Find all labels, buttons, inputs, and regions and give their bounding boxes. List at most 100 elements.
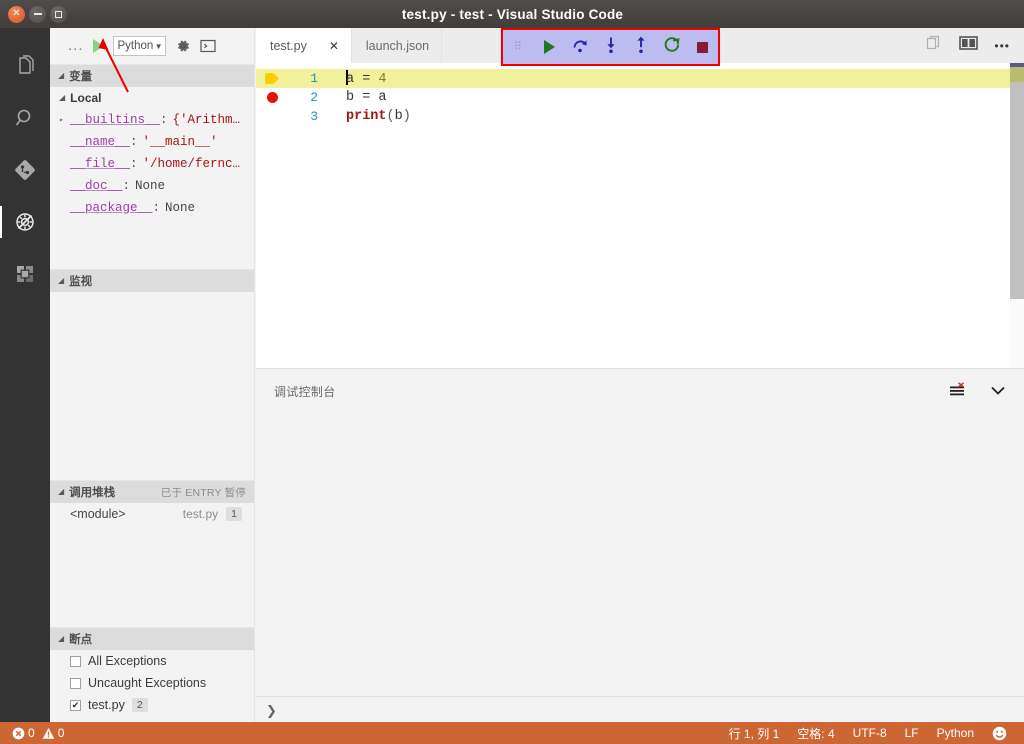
scrollbar-thumb[interactable] — [1010, 63, 1024, 299]
call-stack-body: <module> test.py 1 — [50, 503, 254, 627]
breakpoint-label: test.py — [88, 698, 125, 712]
debug-console-input[interactable]: ❯ — [256, 696, 1024, 724]
chevron-down-icon[interactable] — [990, 383, 1006, 401]
stack-frame-line: 1 — [226, 507, 242, 521]
status-indentation[interactable]: 空格: 4 — [788, 722, 843, 744]
window-close-button[interactable]: ✕ — [8, 5, 25, 23]
variable-row[interactable]: __name__ : '__main__' — [50, 131, 254, 153]
editor-tab-actions: ••• — [925, 28, 1024, 63]
twisty-icon: ◢ — [58, 633, 65, 643]
watch-section-header[interactable]: ◢ 监视 — [50, 270, 254, 292]
step-over-icon — [570, 36, 590, 59]
line-number: 3 — [310, 109, 318, 124]
debug-continue-button[interactable] — [534, 40, 565, 54]
tab-launch-json[interactable]: launch.json — [351, 28, 443, 63]
debug-stop-button[interactable] — [687, 41, 718, 53]
breakpoint-row-all-exceptions[interactable]: All Exceptions — [50, 650, 254, 672]
twisty-icon[interactable]: ▸ — [59, 115, 70, 125]
debug-step-into-button[interactable] — [595, 36, 626, 59]
breakpoint-row-uncaught-exceptions[interactable]: Uncaught Exceptions — [50, 672, 254, 694]
editor-group: test.py ✕ launch.json ••• 1 a = 4 2 b = … — [256, 28, 1024, 368]
open-debug-console-icon[interactable] — [199, 39, 216, 53]
debug-console-output[interactable] — [256, 414, 1024, 696]
line-number: 1 — [310, 71, 318, 86]
panel-title-debug-console[interactable]: 调试控制台 — [274, 383, 336, 400]
smiley-icon[interactable] — [983, 722, 1016, 744]
variable-name: __package__ — [70, 201, 153, 215]
checkbox-checked[interactable]: ✔ — [70, 699, 81, 711]
breakpoints-section-header[interactable]: ◢ 断点 — [50, 628, 254, 650]
breakpoint-row-file[interactable]: ✔ test.py 2 — [50, 694, 254, 716]
stop-icon — [697, 41, 709, 53]
watch-body[interactable] — [50, 292, 254, 480]
extensions-icon — [13, 262, 37, 286]
breakpoints-title: 断点 — [69, 634, 93, 646]
breakpoint-label: All Exceptions — [88, 654, 167, 668]
debug-toolbar: ⠿ — [503, 30, 718, 64]
variable-colon: : — [152, 201, 161, 215]
code-text: a = 4 — [346, 70, 387, 87]
variables-scope-local[interactable]: ◢ Local — [50, 87, 254, 109]
step-into-icon — [603, 36, 619, 59]
breakpoint-icon[interactable] — [256, 92, 288, 103]
search-icon — [13, 106, 37, 130]
debug-configuration-select[interactable]: Python ▼ — [112, 36, 166, 56]
call-stack-row[interactable]: <module> test.py 1 — [50, 503, 254, 525]
variable-value: {'Arithm… — [172, 113, 241, 127]
breakpoints-body: All Exceptions Uncaught Exceptions ✔ tes… — [50, 650, 254, 716]
code-editor[interactable]: 1 a = 4 2 b = a 3 print(b) — [256, 63, 1024, 368]
editor-more-actions-icon[interactable]: ••• — [994, 39, 1010, 53]
debug-step-out-button[interactable] — [626, 36, 657, 59]
variable-value: '/home/fernc… — [142, 157, 241, 171]
variable-value: None — [135, 179, 166, 193]
window-minimize-button[interactable] — [29, 5, 46, 23]
variable-row[interactable]: __file__ : '/home/fernc… — [50, 153, 254, 175]
watch-section: ◢ 监视 — [50, 269, 254, 480]
debug-toolbar-drag-handle[interactable]: ⠿ — [503, 41, 534, 52]
gear-icon[interactable] — [175, 38, 191, 54]
variable-row[interactable]: ▸ __builtins__ : {'Arithm… — [50, 109, 254, 131]
status-encoding[interactable]: UTF-8 — [844, 722, 896, 744]
tab-test-py[interactable]: test.py ✕ — [256, 28, 352, 63]
split-editor-icon[interactable] — [925, 34, 943, 57]
status-eol[interactable]: LF — [896, 722, 928, 744]
status-language-mode[interactable]: Python — [928, 722, 983, 744]
activity-item-source-control[interactable] — [0, 144, 50, 196]
status-cursor-position[interactable]: 行 1, 列 1 — [720, 722, 789, 744]
window-maximize-button[interactable] — [50, 5, 67, 23]
scope-label: Local — [70, 91, 102, 105]
variable-colon: : — [160, 113, 168, 127]
editor-scrollbar[interactable] — [1010, 63, 1024, 368]
status-bar-right: 行 1, 列 1 空格: 4 UTF-8 LF Python — [720, 722, 1016, 744]
debug-more-actions-button[interactable]: ... — [68, 38, 84, 53]
call-stack-title: 调用堆栈 — [69, 487, 116, 499]
variable-value: None — [165, 201, 196, 215]
code-line[interactable]: 3 print(b) — [256, 107, 1024, 126]
activity-item-run-and-debug[interactable] — [0, 196, 50, 248]
clear-console-icon[interactable] — [949, 381, 966, 402]
checkbox[interactable] — [70, 677, 81, 689]
call-stack-section-header[interactable]: ◢ 调用堆栈 已于 ENTRY 暂停 — [50, 481, 254, 503]
debug-sidebar: ... Python ▼ ◢ 变量 ◢ Local ▸ __builtins__… — [50, 28, 255, 724]
activity-item-explorer[interactable] — [0, 40, 50, 92]
variable-row[interactable]: __doc__ : None — [50, 175, 254, 197]
activity-item-search[interactable] — [0, 92, 50, 144]
close-icon[interactable]: ✕ — [329, 39, 339, 53]
execution-pointer-icon[interactable] — [256, 73, 288, 84]
debug-restart-button[interactable] — [657, 36, 688, 59]
variable-row[interactable]: __package__ : None — [50, 197, 254, 219]
start-debugging-button[interactable] — [92, 39, 104, 53]
activity-item-extensions[interactable] — [0, 248, 50, 300]
status-bar: 0 0 行 1, 列 1 空格: 4 UTF-8 LF Python — [0, 722, 1024, 744]
code-line[interactable]: 2 b = a — [256, 88, 1024, 107]
debug-step-over-button[interactable] — [564, 36, 595, 59]
code-text: b = a — [346, 90, 387, 105]
code-text: print(b) — [346, 109, 411, 124]
code-line[interactable]: 1 a = 4 — [256, 69, 1024, 88]
status-problems[interactable]: 0 0 — [6, 722, 70, 744]
checkbox[interactable] — [70, 655, 81, 667]
watch-title: 监视 — [69, 276, 93, 288]
error-count: 0 — [28, 726, 35, 740]
editor-layout-icon[interactable] — [959, 35, 979, 56]
variables-section-header[interactable]: ◢ 变量 — [50, 65, 254, 87]
